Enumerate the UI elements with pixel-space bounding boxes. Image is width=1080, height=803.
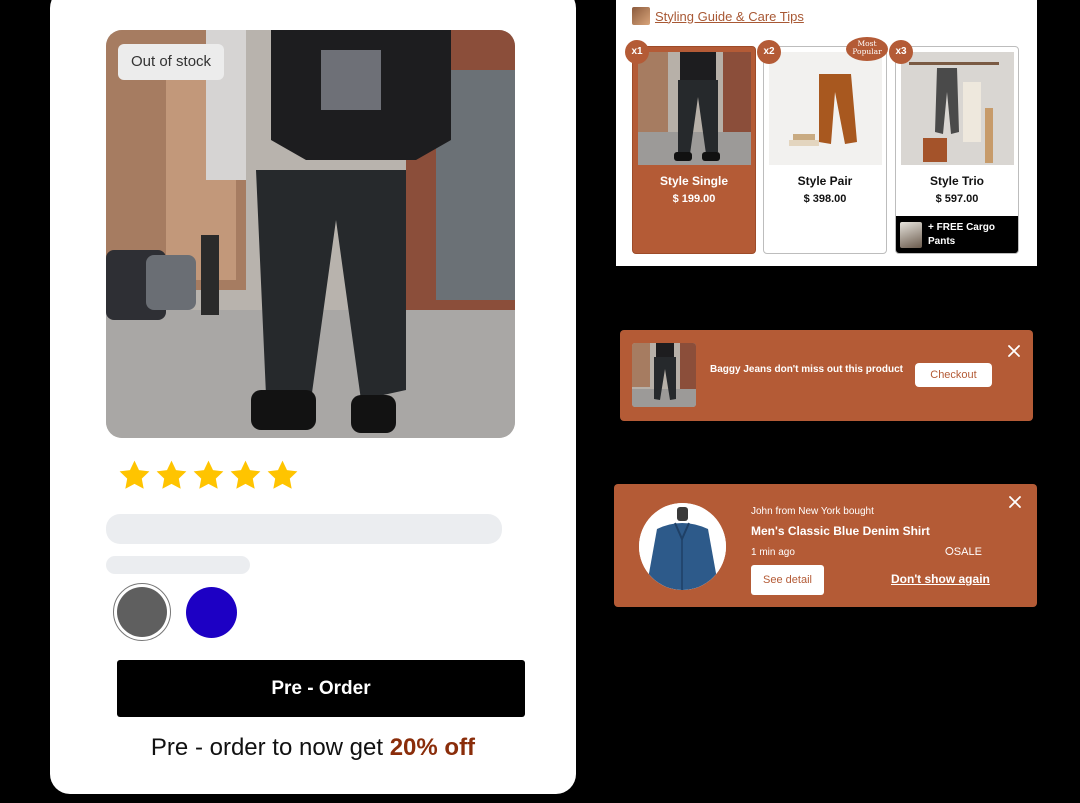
bundle-trio-image (901, 52, 1014, 165)
bundle-trio-price: $ 597.00 (935, 193, 979, 205)
pre-order-promo: Pre - order to now get 20% off (50, 734, 576, 762)
out-of-stock-badge: Out of stock (118, 44, 225, 80)
rating-stars (117, 458, 300, 493)
styling-guide-link[interactable]: Styling Guide & Care Tips (632, 7, 804, 25)
promo-discount: 20% off (389, 734, 476, 761)
free-gift-line2: Pants (928, 235, 956, 247)
reminder-message: Baggy Jeans don't miss out this product (710, 364, 903, 375)
free-gift-line1: + FREE Cargo (928, 221, 995, 233)
bundle-single-image (638, 52, 751, 165)
star-icon (193, 460, 224, 489)
close-icon[interactable] (1005, 342, 1023, 360)
styling-guide-label: Styling Guide & Care Tips (655, 8, 804, 24)
bundle-option-pair[interactable]: Style Pair $ 398.00 (763, 46, 887, 254)
see-detail-button[interactable]: See detail (751, 565, 824, 595)
recent-purchase-toast: John from New York bought Men's Classic … (614, 484, 1037, 607)
sale-badge: ⭘SALE (945, 546, 982, 558)
product-card: Out of stock Pre - Order Pre - order to … (50, 0, 576, 794)
color-swatch-blue[interactable] (186, 587, 237, 638)
star-icon (119, 460, 150, 489)
pre-order-button[interactable]: Pre - Order (117, 660, 525, 717)
bundle-pair-name: Style Pair (797, 174, 853, 188)
purchase-time: 1 min ago (751, 547, 795, 558)
buyer-info: John from New York bought (751, 506, 874, 517)
star-icon (156, 460, 187, 489)
free-gift-text: + FREE Cargo Pants (928, 221, 995, 249)
dont-show-again-link[interactable]: Don't show again (891, 572, 990, 586)
purchased-product-name: Men's Classic Blue Denim Shirt (751, 524, 930, 538)
guide-thumbnail (632, 7, 650, 25)
most-popular-badge: Most Popular (846, 37, 888, 61)
bundle-pair-image (769, 52, 882, 165)
street-jeans-photo (106, 30, 515, 438)
close-icon[interactable] (1006, 493, 1024, 511)
color-swatch-gray[interactable] (113, 583, 171, 641)
free-gift-strip: + FREE Cargo Pants (896, 216, 1018, 253)
qty-badge-trio: x3 (889, 40, 913, 64)
qty-badge-single: x1 (625, 40, 649, 64)
denim-shirt-image (639, 503, 726, 590)
price-placeholder (106, 556, 250, 574)
product-photo[interactable]: Out of stock (106, 30, 515, 438)
promo-text: Pre - order to now get (150, 734, 390, 761)
star-icon (267, 460, 298, 489)
title-placeholder (106, 514, 502, 544)
bundle-option-trio[interactable]: Style Trio $ 597.00 + FREE Cargo Pants (895, 46, 1019, 254)
bundle-offer-panel: Styling Guide & Care Tips Style Single $… (616, 0, 1037, 266)
checkout-button[interactable]: Checkout (915, 363, 992, 387)
bundle-trio-name: Style Trio (929, 174, 985, 188)
bundle-single-price: $ 199.00 (672, 193, 716, 205)
reminder-product-thumbnail (632, 343, 696, 407)
star-icon (230, 460, 261, 489)
checkout-reminder-toast: Baggy Jeans don't miss out this product … (620, 330, 1033, 421)
cargo-pants-thumbnail (900, 221, 922, 248)
qty-badge-pair: x2 (757, 40, 781, 64)
bundle-option-single[interactable]: Style Single $ 199.00 (632, 46, 756, 254)
bundle-pair-price: $ 398.00 (803, 193, 847, 205)
bundle-single-name: Style Single (659, 174, 729, 188)
